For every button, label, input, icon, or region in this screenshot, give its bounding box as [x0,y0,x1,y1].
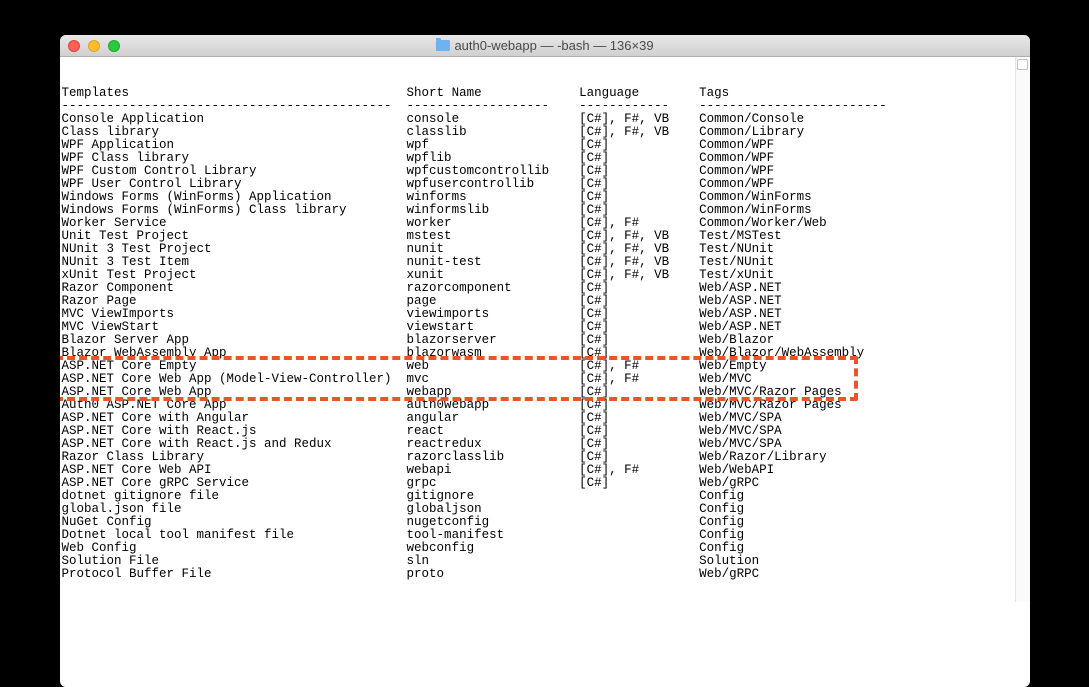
close-button[interactable] [68,40,80,52]
traffic-lights [68,40,120,52]
titlebar[interactable]: auth0-webapp — -bash — 136×39 [60,35,1030,57]
terminal-output: Templates Short Name Language Tags------… [62,87,1024,581]
scrollbar[interactable] [1015,57,1030,602]
minimize-button[interactable] [88,40,100,52]
terminal-window: auth0-webapp — -bash — 136×39 Templates … [60,35,1030,687]
window-title: auth0-webapp — -bash — 136×39 [435,38,653,53]
maximize-button[interactable] [108,40,120,52]
scroll-indicator [1017,59,1028,70]
folder-icon [435,40,449,51]
title-text: auth0-webapp — -bash — 136×39 [454,38,653,53]
terminal-body[interactable]: Templates Short Name Language Tags------… [60,57,1030,602]
terminal-line: Protocol Buffer File proto Web/gRPC [62,568,1024,581]
